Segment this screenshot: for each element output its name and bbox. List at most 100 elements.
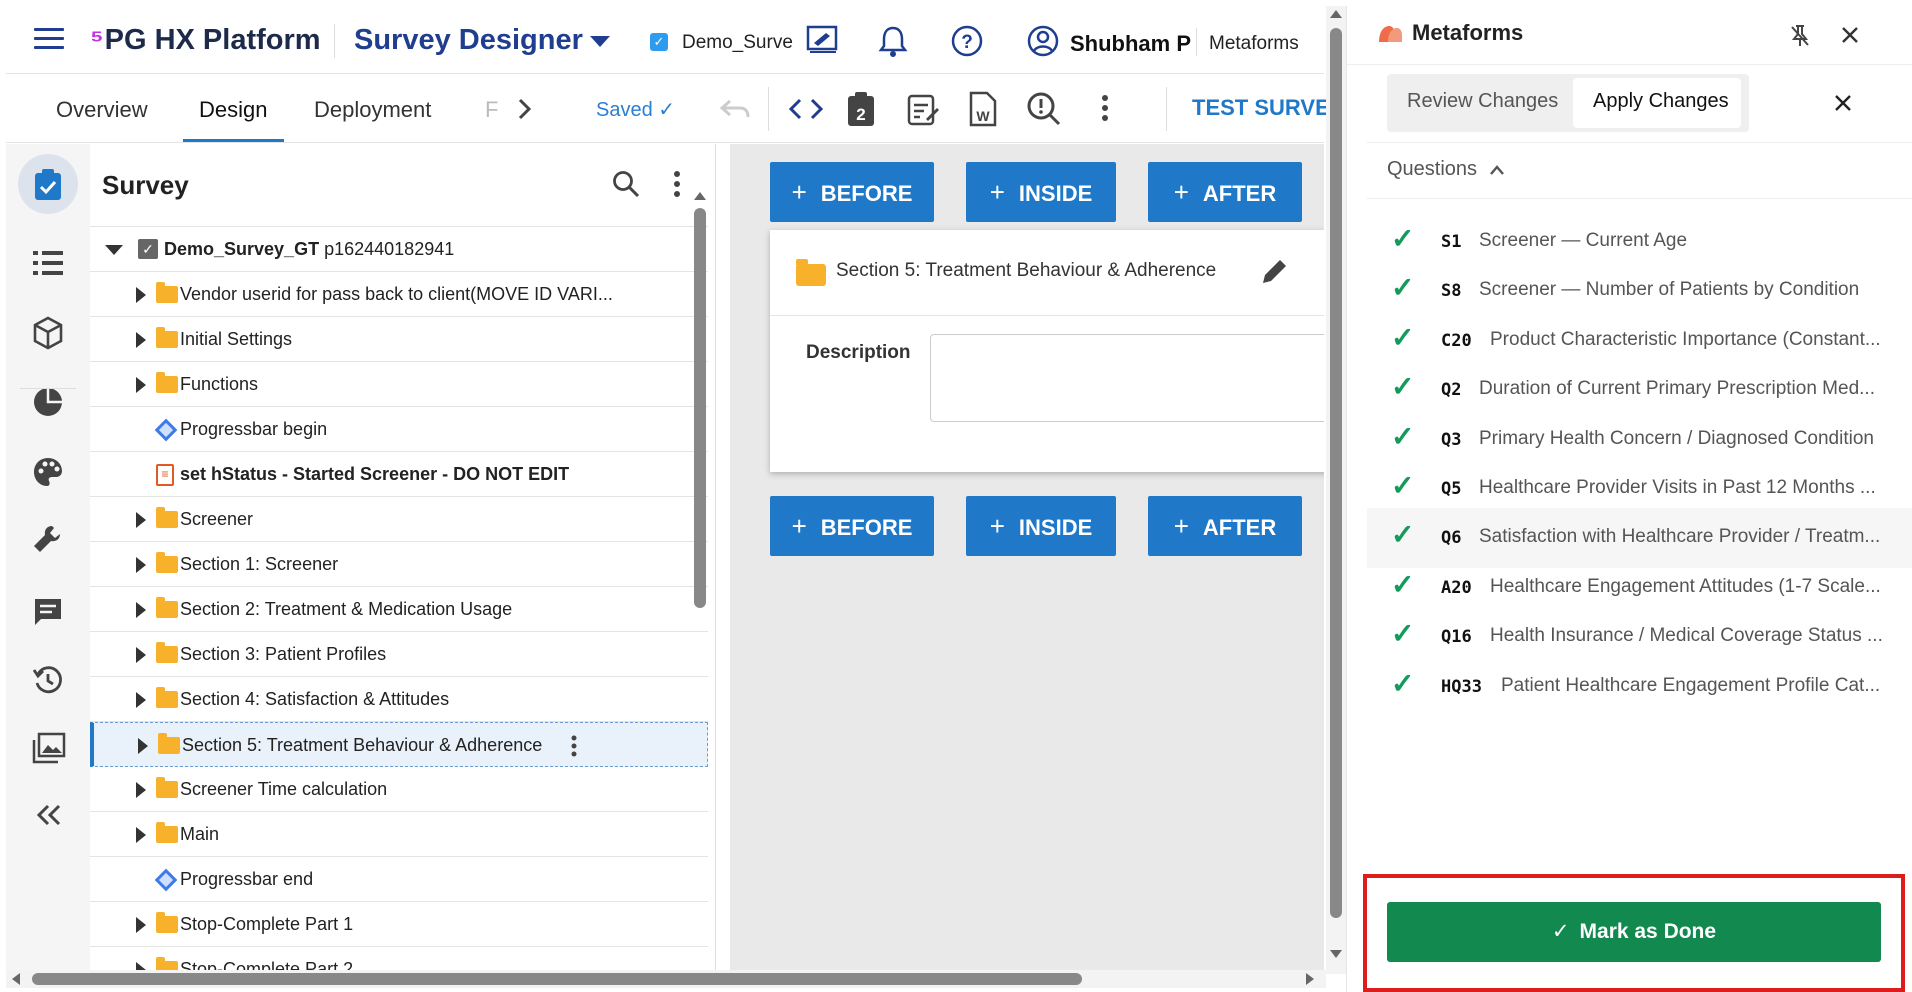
add-after-button[interactable]: + AFTER xyxy=(1148,496,1302,556)
pie-chart-icon[interactable] xyxy=(32,386,64,418)
more-vert-icon[interactable] xyxy=(1100,93,1110,123)
chevron-right-icon[interactable] xyxy=(516,97,534,121)
list-icon[interactable] xyxy=(32,250,64,276)
tree-row[interactable]: Stop-Complete Part 1 xyxy=(90,902,708,947)
org-name[interactable]: Metaforms xyxy=(1209,33,1299,55)
tree-row-label: Stop-Complete Part 1 xyxy=(180,914,354,934)
tree-row[interactable]: Vendor userid for pass back to client(MO… xyxy=(90,272,708,317)
tree-row[interactable]: Functions xyxy=(90,362,708,407)
wrench-icon[interactable] xyxy=(32,524,64,558)
plus-icon: + xyxy=(989,177,1005,207)
questions-toggle[interactable]: Questions xyxy=(1387,158,1505,181)
history-icon[interactable] xyxy=(32,664,64,696)
chevron-up-icon[interactable] xyxy=(1489,164,1505,176)
tab-deployment[interactable]: Deployment xyxy=(314,97,431,123)
chevron-right-icon[interactable] xyxy=(136,332,146,348)
undo-icon[interactable] xyxy=(718,97,752,121)
scroll-left-icon[interactable] xyxy=(12,973,20,985)
add-before-button[interactable]: + BEFORE xyxy=(770,162,934,222)
tree-row[interactable]: Screener Time calculation xyxy=(90,767,708,812)
section-card-header: Section 5: Treatment Behaviour & Adheren… xyxy=(770,230,1324,316)
tab-design[interactable]: Design xyxy=(199,97,267,123)
tab-truncated[interactable]: F xyxy=(485,97,498,123)
tree-scrollbar[interactable] xyxy=(694,208,706,608)
tree-row[interactable]: Progressbar begin xyxy=(90,407,708,452)
comment-icon[interactable] xyxy=(32,596,64,628)
more-vert-icon[interactable] xyxy=(672,170,682,198)
chevron-right-icon[interactable] xyxy=(136,287,146,303)
chevron-right-icon[interactable] xyxy=(136,377,146,393)
chevron-down-icon[interactable] xyxy=(590,36,610,47)
survey-icon[interactable] xyxy=(32,168,64,202)
question-row[interactable]: ✓ HQ33 Patient Healthcare Engagement Profi… xyxy=(1367,657,1912,717)
bell-icon[interactable] xyxy=(878,24,908,58)
user-avatar-icon[interactable] xyxy=(1026,24,1060,58)
menu-icon[interactable] xyxy=(34,28,64,50)
chevron-right-icon[interactable] xyxy=(136,602,146,618)
tab-overview[interactable]: Overview xyxy=(56,97,148,123)
scroll-up-icon[interactable] xyxy=(694,192,706,200)
chevron-right-icon[interactable] xyxy=(136,647,146,663)
add-inside-button[interactable]: + INSIDE xyxy=(966,162,1116,222)
tab-review-changes[interactable]: Review Changes xyxy=(1407,90,1558,113)
test-survey-button[interactable]: TEST SURVEY xyxy=(1192,95,1326,121)
section-selector[interactable]: Survey Designer xyxy=(354,24,583,57)
scroll-down-icon[interactable] xyxy=(1330,950,1342,958)
add-before-button[interactable]: + BEFORE xyxy=(770,496,934,556)
check-icon: ✓ xyxy=(1391,470,1415,501)
edit-signature-icon[interactable] xyxy=(806,24,840,56)
gallery-icon[interactable] xyxy=(32,732,66,764)
tree-row[interactable]: Main xyxy=(90,812,708,857)
pin-icon[interactable] xyxy=(1789,24,1811,48)
code-icon[interactable] xyxy=(788,97,824,121)
scroll-up-icon[interactable] xyxy=(1330,10,1342,18)
chevron-right-icon[interactable] xyxy=(138,738,148,754)
description-input[interactable] xyxy=(930,334,1324,422)
tree-row[interactable]: Screener xyxy=(90,497,708,542)
search-alert-icon[interactable] xyxy=(1026,91,1062,127)
cube-icon[interactable] xyxy=(32,316,64,350)
app-logo[interactable]: ⁵PG HX Platform xyxy=(90,24,321,57)
main-scrollbar[interactable] xyxy=(1330,28,1342,918)
search-icon[interactable] xyxy=(612,170,640,198)
tree-row-label: Screener xyxy=(180,509,254,529)
chevron-right-icon[interactable] xyxy=(136,782,146,798)
more-vert-icon[interactable] xyxy=(570,735,578,757)
word-export-icon[interactable]: W xyxy=(968,91,998,127)
add-inside-button[interactable]: + INSIDE xyxy=(966,496,1116,556)
tree-row[interactable]: Section 5: Treatment Behaviour & Adheren… xyxy=(90,722,708,767)
folder-icon xyxy=(156,507,178,528)
add-after-button[interactable]: + AFTER xyxy=(1148,162,1302,222)
close-icon[interactable] xyxy=(1841,26,1859,44)
clipboard-edit-icon[interactable] xyxy=(906,91,940,127)
left-rail xyxy=(6,144,90,974)
edit-pencil-icon[interactable] xyxy=(1260,256,1290,286)
chevron-right-icon[interactable] xyxy=(136,692,146,708)
tree-row[interactable]: Section 3: Patient Profiles xyxy=(90,632,708,677)
tree-row[interactable]: Section 2: Treatment & Medication Usage xyxy=(90,587,708,632)
collapse-icon[interactable] xyxy=(36,804,62,826)
palette-icon[interactable] xyxy=(32,456,64,488)
clipboard-icon[interactable]: 2 xyxy=(846,91,876,127)
tree-row[interactable]: Progressbar end xyxy=(90,857,708,902)
chevron-right-icon[interactable] xyxy=(136,557,146,573)
chevron-right-icon[interactable] xyxy=(136,917,146,933)
horizontal-scrollbar[interactable] xyxy=(32,973,1082,985)
tab-apply-changes[interactable]: Apply Changes xyxy=(1593,90,1729,113)
survey-file-name[interactable]: Demo_Surve xyxy=(682,32,800,54)
top-bar: ⁵PG HX Platform Survey Designer ✓ Demo_S… xyxy=(6,6,1324,74)
chevron-right-icon[interactable] xyxy=(136,827,146,843)
user-name[interactable]: Shubham P xyxy=(1070,31,1191,57)
chevron-right-icon[interactable] xyxy=(136,512,146,528)
chevron-down-icon[interactable] xyxy=(105,245,123,255)
tree-row[interactable]: ≡ set hStatus - Started Screener - DO NOT… xyxy=(90,452,708,497)
scroll-right-icon[interactable] xyxy=(1306,973,1314,985)
tree-root[interactable]: ✓ Demo_Survey_GT p162440182941 xyxy=(90,227,708,272)
mark-as-done-button[interactable]: ✓ Mark as Done xyxy=(1387,902,1881,962)
help-icon[interactable]: ? xyxy=(950,24,984,58)
tree-row[interactable]: Initial Settings xyxy=(90,317,708,362)
tree-row[interactable]: Section 4: Satisfaction & Attitudes xyxy=(90,677,708,722)
question-code: C20 xyxy=(1441,330,1472,351)
close-icon[interactable] xyxy=(1834,94,1852,112)
tree-row[interactable]: Section 1: Screener xyxy=(90,542,708,587)
